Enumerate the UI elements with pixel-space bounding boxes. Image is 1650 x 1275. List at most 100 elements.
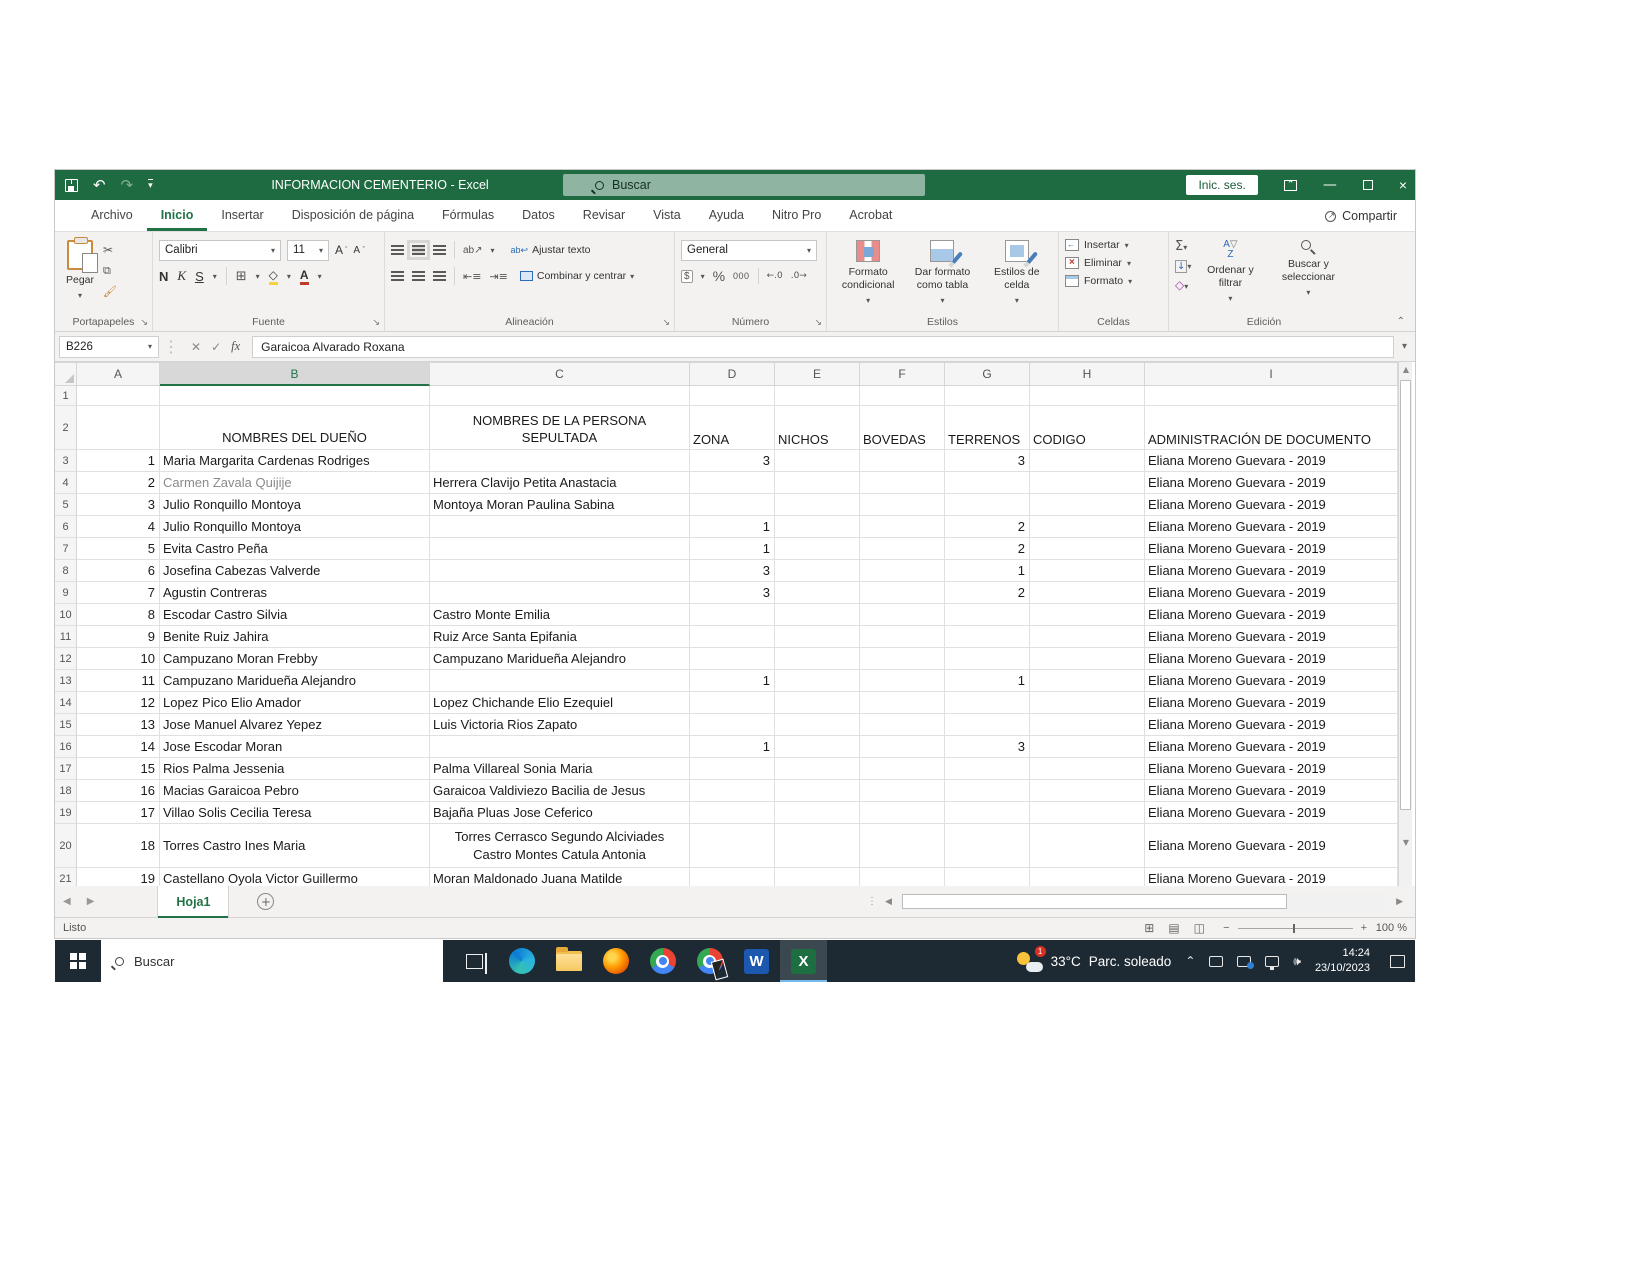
name-box[interactable]: B226▾ bbox=[59, 336, 159, 358]
ribbon-tab-ayuda[interactable]: Ayuda bbox=[695, 200, 758, 231]
cell-A5[interactable]: 3 bbox=[77, 494, 160, 516]
row-header-16[interactable]: 16 bbox=[55, 736, 77, 758]
cell-G17[interactable] bbox=[945, 758, 1030, 780]
orientation-icon[interactable]: ab↗ bbox=[463, 245, 483, 256]
formula-bar-splitter[interactable]: ⋮ bbox=[163, 337, 179, 357]
vertical-scrollbar[interactable]: ▲ ▼ bbox=[1398, 362, 1412, 886]
cell-C17[interactable]: Palma Villareal Sonia Maria bbox=[430, 758, 690, 780]
decrease-decimal-icon[interactable]: .0→ bbox=[791, 271, 807, 281]
cell-G13[interactable]: 1 bbox=[945, 670, 1030, 692]
cell-C8[interactable] bbox=[430, 560, 690, 582]
cell-C3[interactable] bbox=[430, 450, 690, 472]
cell-G20[interactable] bbox=[945, 824, 1030, 868]
cell-D9[interactable]: 3 bbox=[690, 582, 775, 604]
cell-D4[interactable] bbox=[690, 472, 775, 494]
name-box-dropdown-icon[interactable]: ▾ bbox=[148, 342, 152, 351]
row-header-11[interactable]: 11 bbox=[55, 626, 77, 648]
cell-D13[interactable]: 1 bbox=[690, 670, 775, 692]
cell-H10[interactable] bbox=[1030, 604, 1145, 626]
ribbon-tab-acrobat[interactable]: Acrobat bbox=[835, 200, 906, 231]
network-icon[interactable] bbox=[1265, 956, 1279, 967]
cell-H21[interactable] bbox=[1030, 868, 1145, 886]
horizontal-scrollbar[interactable] bbox=[900, 893, 1385, 910]
cell-H3[interactable] bbox=[1030, 450, 1145, 472]
cell-I6[interactable]: Eliana Moreno Guevara - 2019 bbox=[1145, 516, 1398, 538]
cell-D19[interactable] bbox=[690, 802, 775, 824]
cell-C5[interactable]: Montoya Moran Paulina Sabina bbox=[430, 494, 690, 516]
cell-B17[interactable]: Rios Palma Jessenia bbox=[160, 758, 430, 780]
cell-D15[interactable] bbox=[690, 714, 775, 736]
column-header-G[interactable]: G bbox=[945, 362, 1030, 386]
cell-G5[interactable] bbox=[945, 494, 1030, 516]
conditional-formatting-button[interactable]: Formato condicional▾ bbox=[833, 237, 903, 313]
cell-I2[interactable]: ADMINISTRACIÓN DE DOCUMENTO bbox=[1145, 406, 1398, 450]
vertical-scroll-thumb[interactable] bbox=[1400, 380, 1411, 810]
row-header-19[interactable]: 19 bbox=[55, 802, 77, 824]
row-header-12[interactable]: 12 bbox=[55, 648, 77, 670]
cell-G6[interactable]: 2 bbox=[945, 516, 1030, 538]
cell-E15[interactable] bbox=[775, 714, 860, 736]
cell-I19[interactable]: Eliana Moreno Guevara - 2019 bbox=[1145, 802, 1398, 824]
cell-E3[interactable] bbox=[775, 450, 860, 472]
cell-E13[interactable] bbox=[775, 670, 860, 692]
row-header-21[interactable]: 21 bbox=[55, 868, 77, 886]
column-header-F[interactable]: F bbox=[860, 362, 945, 386]
cell-B21[interactable]: Castellano Oyola Victor Guillermo bbox=[160, 868, 430, 886]
format-cells-button[interactable]: Formato▾ bbox=[1065, 275, 1162, 287]
cell-E7[interactable] bbox=[775, 538, 860, 560]
customize-qat-icon[interactable]: ▾ bbox=[148, 179, 153, 191]
cell-C2[interactable]: NOMBRES DE LA PERSONA SEPULTADA bbox=[430, 406, 690, 450]
zoom-level[interactable]: 100 % bbox=[1376, 922, 1407, 934]
row-header-17[interactable]: 17 bbox=[55, 758, 77, 780]
find-select-button[interactable]: Buscar y seleccionar▾ bbox=[1269, 237, 1347, 301]
paste-button[interactable]: Pegar▾ bbox=[61, 237, 99, 304]
cell-I11[interactable]: Eliana Moreno Guevara - 2019 bbox=[1145, 626, 1398, 648]
cell-A19[interactable]: 17 bbox=[77, 802, 160, 824]
cell-B15[interactable]: Jose Manuel Alvarez Yepez bbox=[160, 714, 430, 736]
cell-G8[interactable]: 1 bbox=[945, 560, 1030, 582]
increase-indent-icon[interactable]: ⇥≡ bbox=[489, 270, 507, 283]
cell-H12[interactable] bbox=[1030, 648, 1145, 670]
row-header-4[interactable]: 4 bbox=[55, 472, 77, 494]
shrink-font-icon[interactable]: Aˇ bbox=[353, 245, 365, 256]
hscroll-left-icon[interactable]: ◀ bbox=[885, 897, 892, 907]
row-header-18[interactable]: 18 bbox=[55, 780, 77, 802]
cell-G7[interactable]: 2 bbox=[945, 538, 1030, 560]
share-button[interactable]: Compartir bbox=[1325, 200, 1397, 232]
row-header-15[interactable]: 15 bbox=[55, 714, 77, 736]
cell-G9[interactable]: 2 bbox=[945, 582, 1030, 604]
cell-D21[interactable] bbox=[690, 868, 775, 886]
cell-I16[interactable]: Eliana Moreno Guevara - 2019 bbox=[1145, 736, 1398, 758]
cell-F16[interactable] bbox=[860, 736, 945, 758]
cell-G1[interactable] bbox=[945, 386, 1030, 406]
cell-C6[interactable] bbox=[430, 516, 690, 538]
row-header-6[interactable]: 6 bbox=[55, 516, 77, 538]
cell-F2[interactable]: BOVEDAS bbox=[860, 406, 945, 450]
cell-C9[interactable] bbox=[430, 582, 690, 604]
cell-F21[interactable] bbox=[860, 868, 945, 886]
column-header-C[interactable]: C bbox=[430, 362, 690, 386]
row-header-3[interactable]: 3 bbox=[55, 450, 77, 472]
cell-H11[interactable] bbox=[1030, 626, 1145, 648]
edge-button[interactable] bbox=[498, 940, 545, 982]
cell-D17[interactable] bbox=[690, 758, 775, 780]
page-break-view-icon[interactable]: ◫ bbox=[1194, 921, 1205, 935]
underline-button[interactable]: S bbox=[195, 269, 204, 284]
cell-B3[interactable]: Maria Margarita Cardenas Rodriges bbox=[160, 450, 430, 472]
ribbon-tab-datos[interactable]: Datos bbox=[508, 200, 569, 231]
zoom-slider-thumb[interactable] bbox=[1293, 924, 1296, 933]
clear-button[interactable]: ◇▾ bbox=[1175, 278, 1191, 292]
cancel-icon[interactable]: ✕ bbox=[191, 340, 201, 354]
cell-F18[interactable] bbox=[860, 780, 945, 802]
font-name-select[interactable]: Calibri▾ bbox=[159, 240, 281, 261]
cell-B5[interactable]: Julio Ronquillo Montoya bbox=[160, 494, 430, 516]
italic-button[interactable]: K bbox=[177, 268, 186, 284]
cell-A13[interactable]: 11 bbox=[77, 670, 160, 692]
word-button[interactable]: W bbox=[733, 940, 780, 982]
task-view-button[interactable] bbox=[451, 940, 498, 982]
cell-A21[interactable]: 19 bbox=[77, 868, 160, 886]
number-format-select[interactable]: General▾ bbox=[681, 240, 817, 261]
clipboard-dialog-launcher[interactable]: ↘ bbox=[140, 318, 148, 328]
cell-B16[interactable]: Jose Escodar Moran bbox=[160, 736, 430, 758]
sheet-tab-hoja1[interactable]: Hoja1 bbox=[157, 886, 229, 918]
